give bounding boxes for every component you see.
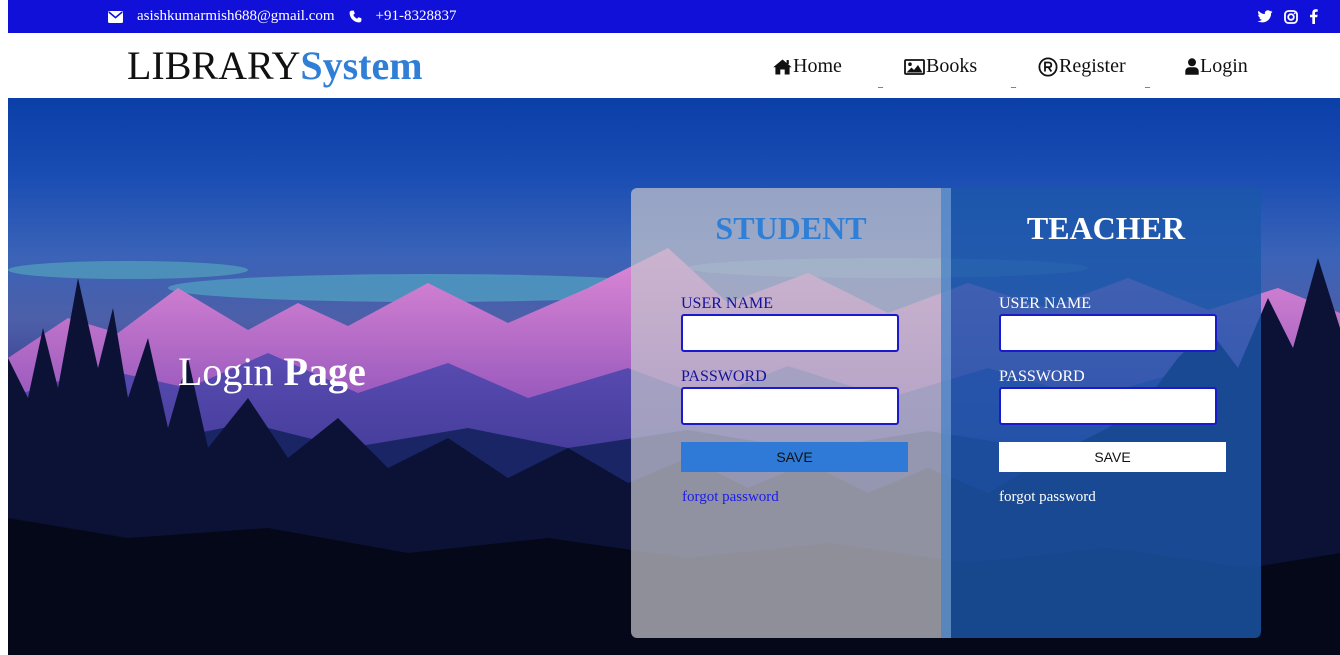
email-text: asishkumarmish688@gmail.com [137, 8, 335, 24]
student-login-panel: STUDENT USER NAME PASSWORD SAVE forgot p… [631, 188, 951, 638]
teacher-save-button[interactable]: SAVE [999, 442, 1226, 472]
nav-login-label: Login [1200, 55, 1248, 77]
social-links [1257, 0, 1318, 33]
site-logo[interactable]: LIBRARYSystem [127, 43, 423, 89]
student-username-input[interactable] [681, 314, 899, 352]
email-contact[interactable]: asishkumarmish688@gmail.com [108, 8, 335, 25]
nav-separator: _ [878, 78, 883, 89]
nav-home[interactable]: Home [773, 55, 842, 78]
image-icon [904, 58, 925, 75]
logo-system: System [300, 43, 423, 88]
main-navbar: LIBRARYSystem Home _ Books _ Register _ … [8, 33, 1340, 98]
student-forgot-password-link[interactable]: forgot password [682, 489, 779, 506]
teacher-password-label: PASSWORD [999, 368, 1085, 385]
teacher-password-input[interactable] [999, 387, 1217, 425]
student-save-button[interactable]: SAVE [681, 442, 908, 472]
student-password-input[interactable] [681, 387, 899, 425]
twitter-icon[interactable] [1257, 9, 1273, 24]
student-username-label: USER NAME [681, 295, 774, 312]
nav-login[interactable]: Login [1185, 55, 1248, 78]
teacher-login-panel: TEACHER USER NAME PASSWORD SAVE forgot p… [951, 188, 1261, 638]
hero-title: Login Page [178, 348, 366, 395]
student-password-label: PASSWORD [681, 368, 767, 385]
contact-info: asishkumarmish688@gmail.com +91-8328837 [108, 0, 457, 33]
phone-contact[interactable]: +91-8328837 [349, 8, 457, 25]
phone-text: +91-8328837 [375, 8, 457, 24]
phone-icon [349, 10, 361, 23]
teacher-heading: TEACHER [1026, 210, 1186, 246]
teacher-forgot-password-link[interactable]: forgot password [999, 489, 1096, 506]
top-contact-bar: asishkumarmish688@gmail.com +91-8328837 [8, 0, 1340, 33]
home-icon [773, 59, 792, 74]
hero-title-login: Login [178, 349, 284, 394]
logo-library: LIBRARY [127, 43, 301, 88]
registered-icon [1038, 56, 1058, 77]
hero-section: Login Page STUDENT USER NAME PASSWORD SA… [8, 98, 1340, 655]
envelope-icon [108, 10, 123, 23]
student-heading: STUDENT [715, 210, 867, 246]
nav-register[interactable]: Register [1038, 55, 1126, 78]
teacher-username-label: USER NAME [999, 295, 1092, 312]
panel-divider [941, 188, 951, 638]
facebook-icon[interactable] [1309, 9, 1318, 24]
nav-home-label: Home [793, 55, 842, 77]
instagram-icon[interactable] [1284, 9, 1298, 24]
nav-separator: _ [1145, 78, 1150, 89]
teacher-username-input[interactable] [999, 314, 1217, 352]
nav-register-label: Register [1059, 55, 1126, 77]
nav-books-label: Books [926, 55, 978, 77]
user-icon [1185, 58, 1199, 75]
hero-title-page: Page [283, 349, 366, 394]
nav-separator: _ [1011, 78, 1016, 89]
nav-books[interactable]: Books [904, 55, 977, 78]
